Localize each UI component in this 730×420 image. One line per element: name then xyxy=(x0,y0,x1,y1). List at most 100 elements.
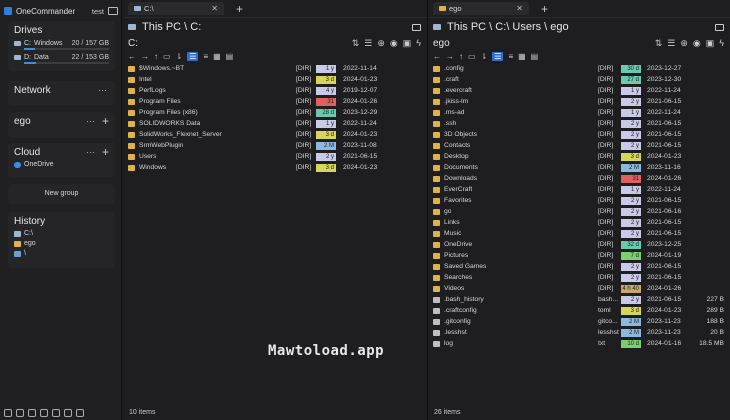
ego-add-icon[interactable]: + xyxy=(102,114,109,128)
file-row[interactable]: Documents [DIR] 2 M 2023-11-16 xyxy=(433,162,726,173)
file-row[interactable]: .config [DIR] 30 d 2023-12-27 xyxy=(433,63,726,74)
file-row[interactable]: Saved Games [DIR] 2 y 2021-06-15 xyxy=(433,261,726,272)
layout-icon[interactable] xyxy=(715,23,724,31)
file-row[interactable]: .jkiss-lm [DIR] 2 y 2021-06-15 xyxy=(433,96,726,107)
forward-icon[interactable]: → xyxy=(141,52,149,61)
sort-icon[interactable]: ⇅ xyxy=(352,38,360,49)
grid-view-icon[interactable]: ▦ xyxy=(213,52,221,61)
list-icon[interactable]: ☰ xyxy=(667,38,675,49)
file-row[interactable]: Program Files [DIR] 31 2024-01-26 xyxy=(128,96,423,107)
history-item[interactable]: C:\ xyxy=(14,230,109,237)
file-row[interactable]: .ssh [DIR] 2 y 2021-06-15 xyxy=(433,118,726,129)
file-row[interactable]: Downloads [DIR] 31 2024-01-26 xyxy=(433,173,726,184)
box-icon[interactable]: ▣ xyxy=(403,38,412,49)
workspace-name[interactable]: test xyxy=(92,7,104,16)
file-row[interactable]: Windows [DIR] 3 d 2024-01-23 xyxy=(128,162,423,173)
thumb-view-icon[interactable]: ▤ xyxy=(226,52,234,61)
up-icon[interactable]: ↑ xyxy=(459,52,463,61)
add-tab-icon[interactable]: + xyxy=(236,2,243,16)
left-breadcrumb[interactable]: This PC \ C: xyxy=(124,18,427,36)
file-row[interactable]: .ms-ad [DIR] 1 y 2022-11-24 xyxy=(433,107,726,118)
drive-d[interactable]: D: Data 22 / 153 GB xyxy=(14,54,109,61)
grid-view-icon[interactable]: ▦ xyxy=(518,52,526,61)
terminal-icon[interactable] xyxy=(76,409,84,417)
details-view-icon[interactable]: ☰ xyxy=(492,51,504,61)
details-view-icon[interactable]: ☰ xyxy=(187,51,199,61)
sort-menu-icon[interactable]: ⇂ xyxy=(176,52,183,61)
box-icon[interactable]: ▣ xyxy=(706,38,715,49)
eye-icon[interactable]: ◉ xyxy=(390,38,398,49)
add-icon[interactable]: ⊕ xyxy=(377,38,385,49)
drive-c[interactable]: C: Windows 20 / 157 GB xyxy=(14,40,109,47)
layout-icon[interactable] xyxy=(412,23,421,31)
cloud-add-icon[interactable]: + xyxy=(102,145,109,159)
file-row[interactable]: Pictures [DIR] 7 d 2024-01-19 xyxy=(433,250,726,261)
panes-icon[interactable] xyxy=(28,409,36,417)
thumb-view-icon[interactable]: ▤ xyxy=(531,52,539,61)
file-row[interactable]: 3D Objects [DIR] 2 y 2021-06-15 xyxy=(433,129,726,140)
file-row[interactable]: log txt 10 d 2024-01-16 18.5 MB xyxy=(433,338,726,349)
close-icon[interactable]: ✕ xyxy=(211,4,218,13)
sort-icon[interactable]: ⇅ xyxy=(655,38,663,49)
add-tab-icon[interactable]: + xyxy=(541,2,548,16)
eye-icon[interactable]: ◉ xyxy=(693,38,701,49)
search-icon[interactable] xyxy=(52,409,60,417)
pane-splitter[interactable] xyxy=(427,0,428,420)
left-tab[interactable]: C:\ ✕ xyxy=(128,2,224,15)
up-icon[interactable]: ↑ xyxy=(154,52,158,61)
history-item[interactable]: ego xyxy=(14,240,109,247)
file-row[interactable]: go [DIR] 2 y 2021-06-16 xyxy=(433,206,726,217)
file-row[interactable]: Music [DIR] 2 y 2021-06-15 xyxy=(433,228,726,239)
tools-icon[interactable] xyxy=(64,409,72,417)
file-row[interactable]: Desktop [DIR] 3 d 2024-01-23 xyxy=(433,151,726,162)
list-view-icon[interactable]: ≡ xyxy=(203,52,208,61)
file-row[interactable]: Videos [DIR] 4 h 40 2024-01-26 xyxy=(433,283,726,294)
ego-menu-icon[interactable]: ··· xyxy=(86,116,95,126)
file-row[interactable]: .lesshst lesshst 2 M 2023-11-23 20 B xyxy=(433,327,726,338)
new-folder-icon[interactable]: ▭ xyxy=(468,52,476,61)
forward-icon[interactable]: → xyxy=(446,52,454,61)
cloud-menu-icon[interactable]: ··· xyxy=(86,147,95,157)
window-icon[interactable] xyxy=(108,7,118,15)
new-group-button[interactable]: New group xyxy=(8,184,115,204)
info-icon[interactable] xyxy=(16,409,24,417)
file-row[interactable]: Program Files (x86) [DIR] 28 d 2023-12-29 xyxy=(128,107,423,118)
history-item[interactable]: \ xyxy=(14,250,109,257)
right-tab[interactable]: ego ✕ xyxy=(433,2,529,15)
file-row[interactable]: Contacts [DIR] 2 y 2021-06-15 xyxy=(433,140,726,151)
file-row[interactable]: .craftconfig toml 3 d 2024-01-23 289 B xyxy=(433,305,726,316)
file-row[interactable]: .evercraft [DIR] 1 y 2022-11-24 xyxy=(433,85,726,96)
file-date: 2021-06-15 xyxy=(647,120,682,127)
list-view-icon[interactable]: ≡ xyxy=(508,52,513,61)
sort-menu-icon[interactable]: ⇂ xyxy=(481,52,488,61)
lightning-icon[interactable]: ϟ xyxy=(719,38,724,49)
file-row[interactable]: EverCraft [DIR] 1 y 2022-11-24 xyxy=(433,184,726,195)
back-icon[interactable]: ← xyxy=(128,52,136,61)
file-row[interactable]: Users [DIR] 2 y 2021-06-15 xyxy=(128,151,423,162)
network-menu-icon[interactable]: ··· xyxy=(98,85,107,95)
file-row[interactable]: $Windows.~BT [DIR] 1 y 2022-11-14 xyxy=(128,63,423,74)
list-icon[interactable]: ☰ xyxy=(364,38,372,49)
lightning-icon[interactable]: ϟ xyxy=(416,38,421,49)
new-folder-icon[interactable]: ▭ xyxy=(163,52,171,61)
settings-icon[interactable] xyxy=(4,409,12,417)
file-row[interactable]: Links [DIR] 2 y 2021-06-15 xyxy=(433,217,726,228)
file-row[interactable]: Searches [DIR] 2 y 2021-06-15 xyxy=(433,272,726,283)
file-row[interactable]: Intel [DIR] 3 d 2024-01-23 xyxy=(128,74,423,85)
file-row[interactable]: SolidWorks_Flexnet_Server [DIR] 3 d 2024-01… xyxy=(128,129,423,140)
add-icon[interactable]: ⊕ xyxy=(680,38,688,49)
file-row[interactable]: Favorites [DIR] 2 y 2021-06-15 xyxy=(433,195,726,206)
file-row[interactable]: .craft [DIR] 27 d 2023-12-30 xyxy=(433,74,726,85)
columns-icon[interactable] xyxy=(40,409,48,417)
back-icon[interactable]: ← xyxy=(433,52,441,61)
file-row[interactable]: SOLIDWORKS Data [DIR] 1 y 2022-11-24 xyxy=(128,118,423,129)
network-title[interactable]: Network xyxy=(14,85,109,96)
right-breadcrumb[interactable]: This PC \ C:\ Users \ ego xyxy=(429,18,730,36)
file-row[interactable]: .bash_history bash... 2 y 2021-06-15 227 B xyxy=(433,294,726,305)
file-row[interactable]: .gitconfig gitco... 2 M 2023-11-23 188 B xyxy=(433,316,726,327)
cloud-item-onedrive[interactable]: OneDrive xyxy=(14,161,109,168)
file-row[interactable]: SrmWebPlugin [DIR] 2 M 2023-11-08 xyxy=(128,140,423,151)
close-icon[interactable]: ✕ xyxy=(516,4,523,13)
file-row[interactable]: PerfLogs [DIR] 4 y 2019-12-07 xyxy=(128,85,423,96)
file-row[interactable]: OneDrive [DIR] 32 d 2023-12-25 xyxy=(433,239,726,250)
